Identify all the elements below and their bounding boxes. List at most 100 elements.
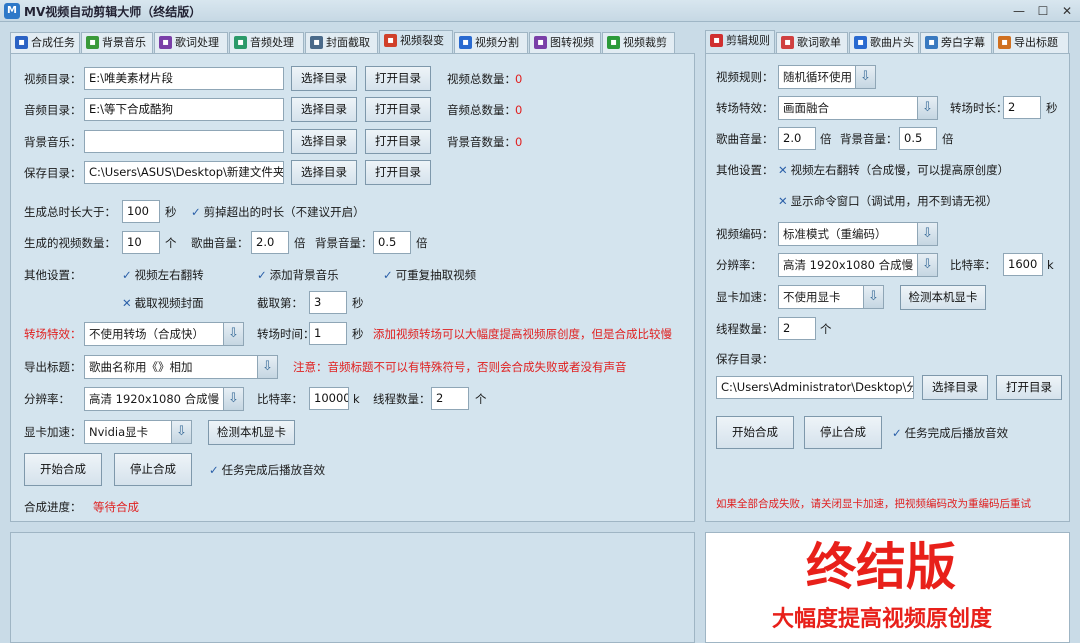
trim-excess-checkbox[interactable]: ✓ 剪掉超出的时长（不建议开启） — [191, 204, 365, 220]
log-panel[interactable] — [10, 532, 695, 643]
r-transition-label: 转场特效： — [716, 101, 774, 115]
flip-checkbox[interactable]: ✓ 视频左右翻转 — [122, 267, 204, 283]
promo-panel: 终结版 大幅度提高视频原创度 — [705, 532, 1070, 643]
threads-label: 线程数量： — [373, 392, 431, 406]
r-transition-len-label: 转场时长： — [950, 101, 1008, 115]
detect-gpu-button[interactable]: 检测本机显卡 — [208, 420, 295, 445]
export-title-select[interactable]: 歌曲名称用《》相加 ⇩ — [84, 355, 278, 379]
capture-input[interactable]: 3 — [309, 291, 347, 314]
chevron-down-icon[interactable]: ⇩ — [917, 254, 937, 276]
stop-button[interactable]: 停止合成 — [114, 453, 192, 486]
cover-checkbox[interactable]: ✕ 截取视频封面 — [122, 295, 204, 311]
chevron-down-icon[interactable]: ⇩ — [171, 421, 191, 443]
r-codec-select[interactable]: 标准模式（重编码） ⇩ — [778, 222, 938, 246]
r-bg-vol-input[interactable]: 0.5 — [899, 127, 937, 150]
threads-input[interactable]: 2 — [431, 387, 469, 410]
audio-bars-icon: ▪ — [234, 36, 247, 49]
audio-dir-input[interactable]: E:\等下合成酷狗 — [84, 98, 284, 121]
start-button[interactable]: 开始合成 — [24, 453, 102, 486]
r-stop-button[interactable]: 停止合成 — [804, 416, 882, 449]
r-choose-dir-button[interactable]: 选择目录 — [922, 375, 988, 400]
transition-label: 转场特效： — [24, 327, 82, 341]
chevron-down-icon[interactable]: ⇩ — [257, 356, 277, 378]
video-dir-input[interactable]: E:\唯美素材片段 — [84, 67, 284, 90]
chevron-down-icon[interactable]: ⇩ — [917, 223, 937, 245]
chevron-down-icon[interactable]: ⇩ — [223, 323, 243, 345]
r-transition-len-input[interactable]: 2 — [1003, 96, 1041, 119]
left-tab-3[interactable]: ▪ 歌词处理 — [154, 32, 228, 53]
r-cmd-checkbox[interactable]: ✕ 显示命令窗口（调试用，用不到请无视） — [778, 193, 998, 209]
save-dir-choose-button[interactable]: 选择目录 — [291, 160, 357, 185]
right-tab-2[interactable]: ▪ 歌词歌单 — [776, 32, 848, 53]
save-dir-input[interactable]: C:\Users\ASUS\Desktop\新建文件夹 — [84, 161, 284, 184]
resolution-select[interactable]: 高清 1920x1080 合成慢 ⇩ — [84, 387, 244, 411]
chevron-down-icon[interactable]: ⇩ — [863, 286, 883, 308]
gpu-select[interactable]: Nvidia显卡 ⇩ — [84, 420, 192, 444]
picture-icon: ▪ — [854, 36, 867, 49]
min-duration-input[interactable]: 100 — [122, 200, 160, 223]
song-vol-input[interactable]: 2.0 — [251, 231, 289, 254]
r-cmd-text: 显示命令窗口（调试用，用不到请无视） — [790, 194, 998, 208]
audio-dir-choose-button[interactable]: 选择目录 — [291, 97, 357, 122]
r-flip-checkbox[interactable]: ✕ 视频左右翻转（合成慢，可以提高原创度） — [778, 162, 1009, 178]
bg-vol-input[interactable]: 0.5 — [373, 231, 411, 254]
close-icon[interactable]: ✕ — [1056, 2, 1078, 20]
window-title: MV视频自动剪辑大师（终结版） — [24, 5, 202, 19]
bg-vol-unit: 倍 — [416, 236, 428, 250]
bgm-input[interactable] — [84, 130, 284, 153]
r-codec-label: 视频编码： — [716, 227, 774, 241]
chevron-down-icon[interactable]: ⇩ — [223, 388, 243, 410]
notify-checkbox[interactable]: ✓ 任务完成后播放音效 — [209, 462, 325, 478]
video-dir-choose-button[interactable]: 选择目录 — [291, 66, 357, 91]
right-tab-1[interactable]: ▪ 剪辑规则 — [705, 30, 775, 53]
bgm-open-button[interactable]: 打开目录 — [365, 129, 431, 154]
crop-icon: ▪ — [607, 36, 620, 49]
left-tab-4[interactable]: ▪ 音频处理 — [229, 32, 304, 53]
left-tab-2[interactable]: ▪ 背景音乐 — [81, 32, 153, 53]
r-resolution-select[interactable]: 高清 1920x1080 合成慢 ⇩ — [778, 253, 938, 277]
notify-text: 任务完成后播放音效 — [221, 463, 326, 477]
bgm-choose-button[interactable]: 选择目录 — [291, 129, 357, 154]
minimize-icon[interactable]: — — [1008, 2, 1030, 20]
gpu-select-value: Nvidia显卡 — [89, 425, 149, 439]
r-threads-input[interactable]: 2 — [778, 317, 816, 340]
add-bgm-text: 添加背景音乐 — [269, 268, 339, 282]
r-start-button[interactable]: 开始合成 — [716, 416, 794, 449]
rule-select[interactable]: 随机循环使用 ⇩ — [778, 65, 876, 89]
r-bitrate-input[interactable]: 1600 — [1003, 253, 1043, 276]
right-tab-4[interactable]: ▪ 旁白字幕 — [920, 32, 992, 53]
chevron-down-icon[interactable]: ⇩ — [855, 66, 875, 88]
check-icon: ✓ — [257, 268, 267, 282]
save-dir-open-button[interactable]: 打开目录 — [365, 160, 431, 185]
left-tab-1[interactable]: ▪ 合成任务 — [10, 32, 80, 53]
right-tab-3[interactable]: ▪ 歌曲片头 — [849, 32, 919, 53]
r-detect-gpu-button[interactable]: 检测本机显卡 — [900, 285, 986, 310]
count-input[interactable]: 10 — [122, 231, 160, 254]
add-bgm-checkbox[interactable]: ✓ 添加背景音乐 — [257, 267, 339, 283]
document-icon: ▪ — [925, 36, 938, 49]
transition-time-input[interactable]: 1 — [309, 322, 347, 345]
left-tab-8[interactable]: ▪ 图转视频 — [529, 32, 601, 53]
left-tab-9[interactable]: ▪ 视频裁剪 — [602, 32, 675, 53]
video-dir-open-button[interactable]: 打开目录 — [365, 66, 431, 91]
r-open-dir-button[interactable]: 打开目录 — [996, 375, 1062, 400]
bitrate-input[interactable]: 10000 — [309, 387, 349, 410]
r-gpu-select[interactable]: 不使用显卡 ⇩ — [778, 285, 884, 309]
r-notify-checkbox[interactable]: ✓ 任务完成后播放音效 — [892, 425, 1008, 441]
r-save-input[interactable]: C:\Users\Administrator\Desktop\分割 — [716, 376, 914, 399]
right-main-panel: 视频规则： 随机循环使用 ⇩ 转场特效： 画面融合 ⇩ 转场时长： 2 秒 歌曲音量… — [705, 53, 1070, 522]
repeat-checkbox[interactable]: ✓ 可重复抽取视频 — [383, 267, 476, 283]
r-transition-select[interactable]: 画面融合 ⇩ — [778, 96, 938, 120]
capture-label: 截取第： — [257, 296, 303, 310]
transition-select[interactable]: 不使用转场（合成快） ⇩ — [84, 322, 244, 346]
left-tab-6[interactable]: ▪ 视频裂变 — [379, 30, 453, 53]
right-tab-5[interactable]: ▪ 导出标题 — [993, 32, 1069, 53]
left-tab-5[interactable]: ▪ 封面截取 — [305, 32, 378, 53]
audio-dir-open-button[interactable]: 打开目录 — [365, 97, 431, 122]
left-tab-7[interactable]: ▪ 视频分割 — [454, 32, 528, 53]
chevron-down-icon[interactable]: ⇩ — [917, 97, 937, 119]
bitrate-label: 比特率： — [257, 392, 303, 406]
maximize-icon[interactable]: ☐ — [1032, 2, 1054, 20]
song-vol-unit: 倍 — [294, 236, 306, 250]
r-song-vol-input[interactable]: 2.0 — [778, 127, 816, 150]
